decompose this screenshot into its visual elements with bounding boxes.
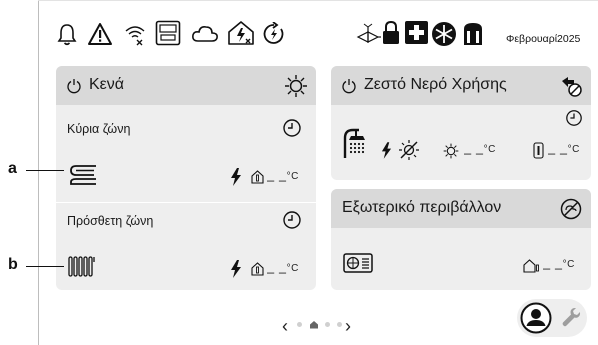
page-dot[interactable] (325, 322, 330, 327)
wifi-icon[interactable] (124, 24, 146, 46)
power-icon[interactable] (341, 78, 357, 94)
frame-left-edge (38, 0, 39, 345)
lock-icon[interactable] (381, 20, 401, 46)
prev-page-button[interactable]: ‹ (282, 316, 288, 337)
page-dot[interactable] (337, 322, 342, 327)
clock-icon[interactable] (282, 118, 302, 138)
tank-temp-icon (533, 142, 544, 159)
dhw-temp-1: – –°C (464, 144, 496, 161)
callout-b: b (8, 256, 18, 273)
next-page-button[interactable]: › (345, 316, 351, 337)
callout-b-line (26, 266, 64, 267)
electric-icon (231, 168, 241, 186)
outdoor-temp: – –°C (543, 259, 575, 276)
underfloor-heating-icon (70, 165, 96, 185)
callout-a: a (8, 160, 17, 177)
defrost-icon[interactable] (431, 21, 457, 47)
additional-zone-label: Πρόσθετη ζώνη (67, 214, 154, 228)
cloud-icon[interactable] (191, 24, 219, 44)
house-smartgrid-icon[interactable] (227, 20, 255, 46)
frame-top-edge (38, 0, 598, 1)
wrench-icon[interactable] (561, 306, 581, 328)
boost-icon[interactable] (262, 22, 286, 46)
zones-card[interactable]: Κενά Κύρια ζώνη – –°C Πρόσθετη ζώνη – –°… (56, 66, 316, 290)
callout-a-line (26, 170, 64, 171)
dhw-card-title: Ζεστό Νερό Χρήσης (364, 76, 507, 93)
panel-icon[interactable] (155, 20, 181, 46)
clock-icon[interactable] (565, 109, 583, 127)
clock-icon[interactable] (282, 210, 302, 230)
zones-card-title: Κενά (89, 76, 125, 93)
valve-icon[interactable] (356, 22, 382, 46)
warning-icon[interactable] (87, 22, 113, 46)
shower-icon (343, 128, 365, 158)
bell-icon[interactable] (56, 22, 78, 46)
heat-disabled-icon[interactable] (559, 74, 583, 98)
page-dot[interactable] (297, 322, 302, 327)
solar-disabled-icon (399, 140, 419, 160)
electric-icon (381, 142, 392, 159)
main-zone-label: Κύρια ζώνη (67, 122, 131, 136)
indoor-temp-icon (251, 170, 264, 184)
user-icon[interactable] (520, 302, 552, 334)
sun-icon[interactable] (284, 74, 308, 98)
electric-icon (231, 260, 241, 278)
outdoor-disabled-icon[interactable] (559, 197, 583, 221)
outdoor-card[interactable]: Εξωτερικό περιβάλλον – –°C (331, 189, 591, 290)
date-label: Φεβρουαρί2025 (506, 33, 581, 45)
outdoor-temp-icon (523, 259, 539, 273)
power-icon[interactable] (66, 78, 82, 94)
radiator-icon (68, 256, 95, 277)
tank-icon[interactable] (461, 21, 485, 47)
indoor-temp-icon (251, 262, 264, 276)
plus-icon[interactable] (404, 20, 429, 45)
sun-icon (443, 143, 459, 159)
outdoor-card-title: Εξωτερικό περιβάλλον (342, 199, 502, 216)
main-zone-temp: – –°C (267, 171, 299, 188)
dhw-temp-2: – –°C (548, 144, 580, 161)
home-page-icon[interactable] (309, 320, 319, 329)
outdoor-unit-icon (343, 253, 373, 273)
dhw-card[interactable]: Ζεστό Νερό Χρήσης – –°C – –°C (331, 66, 591, 180)
zones-separator (56, 202, 316, 203)
additional-zone-temp: – –°C (267, 263, 299, 280)
